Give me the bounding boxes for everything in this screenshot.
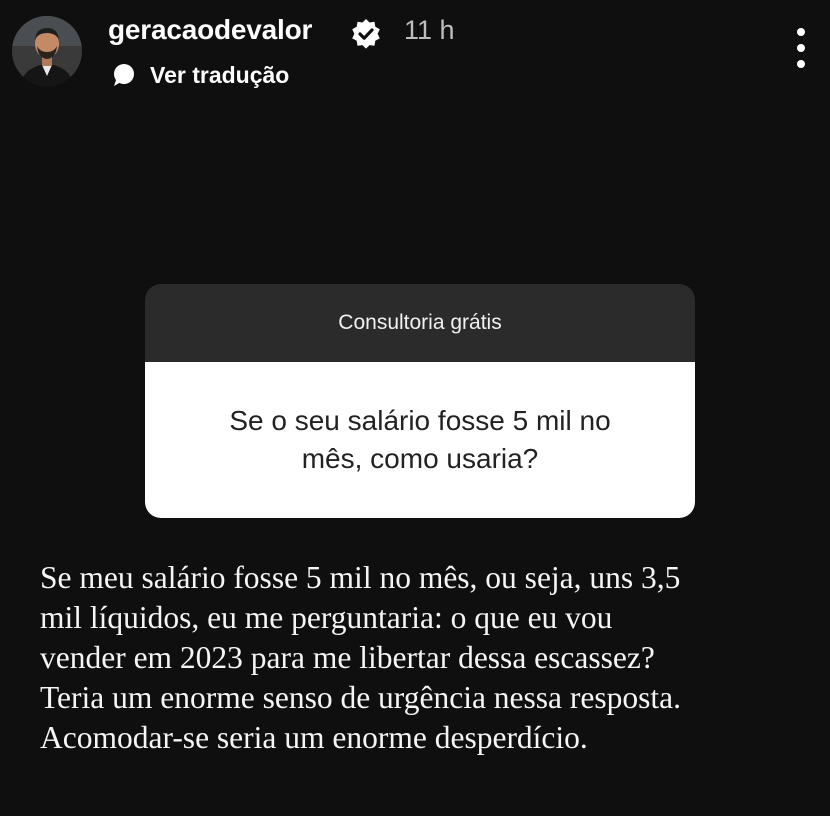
avatar[interactable] — [12, 16, 82, 86]
profile-photo — [12, 16, 82, 86]
answer-line: Se meu salário fosse 5 mil no mês, ou se… — [40, 560, 681, 595]
answer-line: Acomodar-se seria um enorme desperdício. — [40, 720, 588, 755]
answer-text: Se meu salário fosse 5 mil no mês, ou se… — [40, 558, 820, 758]
post-time: 11 h — [404, 15, 455, 45]
more-dot — [797, 28, 805, 36]
question-line: mês, como usaria? — [301, 443, 539, 474]
question-sticker: Consultoria grátis Se o seu salário foss… — [145, 284, 695, 518]
question-sticker-title: Consultoria grátis — [338, 311, 502, 334]
username[interactable]: geracaodevalor — [108, 14, 312, 46]
more-dot — [797, 60, 805, 68]
answer-line: Teria um enorme senso de urgência nessa … — [40, 680, 681, 715]
question-line: Se o seu salário fosse 5 mil no — [229, 405, 611, 436]
verified-badge-icon — [350, 18, 382, 50]
question-text: Se o seu salário fosse 5 mil no mês, com… — [200, 402, 640, 478]
question-sticker-body: Se o seu salário fosse 5 mil no mês, com… — [145, 362, 695, 518]
speech-bubble-icon — [112, 63, 136, 87]
more-options-icon[interactable] — [790, 28, 812, 68]
see-translation-label: Ver tradução — [150, 61, 290, 88]
answer-line: mil líquidos, eu me perguntaria: o que e… — [40, 600, 613, 635]
answer-line: vender em 2023 para me libertar dessa es… — [40, 640, 655, 675]
question-sticker-header: Consultoria grátis — [145, 284, 695, 362]
story-header: geracaodevalor 11 h Ver tradução — [0, 0, 830, 100]
more-dot — [797, 44, 805, 52]
see-translation-link[interactable]: Ver tradução — [112, 60, 289, 90]
